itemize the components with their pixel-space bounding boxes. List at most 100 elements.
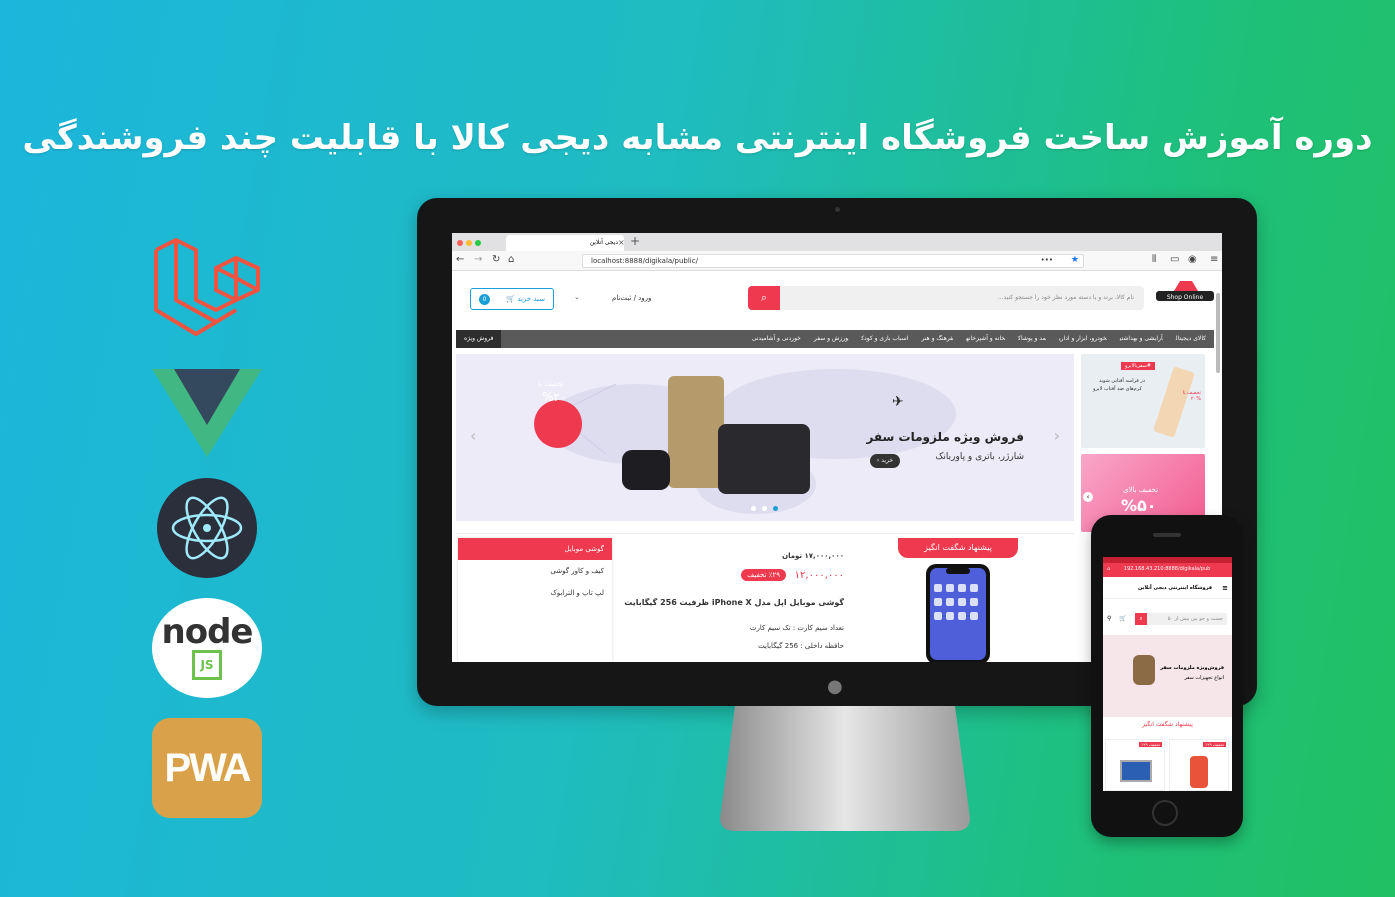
page-headline: دوره آموزش ساخت فروشگاه اینترنتی مشابه د…	[22, 118, 1373, 158]
macbook-image	[1120, 760, 1152, 782]
slider-next-icon[interactable]: ›	[1054, 426, 1060, 445]
cart-count: 0	[479, 294, 490, 305]
url-text: localhost:8888/digikala/public/	[591, 257, 698, 265]
close-tab-icon[interactable]: ×	[618, 238, 625, 247]
page-actions-icon[interactable]: •••	[1041, 256, 1053, 264]
nodejs-logo-text: node	[161, 612, 254, 652]
mobile-user-icon[interactable]: ⚲	[1107, 615, 1111, 622]
address-bar[interactable]: localhost:8888/digikala/public/ ••• ★	[582, 254, 1084, 268]
amazing-tab[interactable]: لپ تاپ و الترابوک	[458, 582, 612, 604]
special-sale-link[interactable]: فروش ویژه	[456, 330, 502, 348]
mobile-slider[interactable]: فروش‌ویژه ملزومات سفر انواع تجهیزات سفر	[1103, 635, 1232, 717]
window-controls[interactable]	[457, 239, 484, 248]
amazing-tab[interactable]: کیف و کاور گوشی	[458, 560, 612, 582]
mobile-header-title: فروشگاه اینترنتی دیجی آنلاین	[1138, 585, 1212, 591]
site-header: Shop Online نام کالا، برند و یا دسته مور…	[452, 271, 1222, 311]
sidebar-icon[interactable]: ▭	[1170, 254, 1179, 265]
slider-dots[interactable]	[748, 504, 781, 513]
browser-tab-bar: دیجی آنلاین × +	[452, 233, 1222, 251]
new-tab-button[interactable]: +	[630, 234, 640, 248]
search-input[interactable]: نام کالا، برند و یا دسته مورد نظر خود را…	[748, 286, 1144, 310]
browser-tab[interactable]: دیجی آنلاین ×	[506, 235, 625, 251]
account-icon[interactable]: ◉	[1188, 254, 1197, 265]
slider-badge-top: تخفیف تا	[538, 380, 564, 388]
mobile-menu-icon[interactable]: ≡	[1222, 584, 1228, 592]
reload-icon[interactable]: ↻	[492, 254, 500, 265]
category-link[interactable]: مد و پوشاک	[1018, 335, 1046, 342]
slider-prev-icon[interactable]: ‹	[470, 426, 476, 445]
side-ad-text: در فراسه آفتابی شوید	[1099, 378, 1145, 384]
shop-online-logo[interactable]: Shop Online	[1154, 279, 1216, 305]
discount-badge: ٪۲۹ تخفیف	[741, 569, 786, 581]
iphone-x-image	[926, 564, 990, 662]
category-link[interactable]: آرایشی و بهداشتی	[1120, 335, 1163, 342]
monitor-stand	[720, 706, 970, 831]
apple-logo-icon: ●	[827, 676, 843, 697]
side-ad-discount-text: تخفیف بالای	[1123, 486, 1159, 494]
slider-subtitle: شارژر، باتری و پاوربانک	[935, 452, 1024, 462]
mobile-url: 192.168.43.210:8888/digikala/pub	[1123, 566, 1211, 572]
product-name[interactable]: گوشی موبایل اپل مدل iPhone X ظرفیت 256 گ…	[624, 598, 844, 607]
slider-buy-label: خرید	[881, 457, 894, 464]
powerbank-black	[718, 424, 810, 494]
library-icon[interactable]: ⫴	[1152, 254, 1156, 265]
amazing-offer-label: پیشنهاد شگفت انگیز	[898, 538, 1018, 558]
old-price: ۱۷,۰۰۰,۰۰۰ تومان	[782, 552, 844, 560]
side-ad-text2: کرم‌های ضد آفتاب لایرو	[1093, 386, 1142, 392]
category-link[interactable]: ورزش و سفر	[814, 335, 848, 342]
slider-badge-value: %۲۰	[542, 390, 567, 404]
nodejs-js-hexagon: JS	[192, 650, 222, 680]
category-link[interactable]: کالای دیجیتال	[1176, 335, 1206, 342]
slider-buy-button[interactable]: خرید ‹	[870, 454, 900, 468]
bookmark-star-icon[interactable]: ★	[1071, 255, 1079, 265]
side-banner-sunscreen[interactable]: #سفربا‌لایرو در فراسه آفتابی شوید کرم‌ها…	[1081, 354, 1205, 448]
mobile-url-bar[interactable]: ⌂ 192.168.43.210:8888/digikala/pub	[1103, 563, 1232, 577]
category-link[interactable]: خوردنی و آشامیدنی	[752, 335, 801, 342]
category-link[interactable]: فرهنگ و هنر	[921, 335, 953, 342]
mobile-search[interactable]: جست و جو بین بیش از ۵۰	[1143, 613, 1227, 625]
chevron-down-icon[interactable]: ⌄	[574, 293, 580, 301]
menu-icon[interactable]: ≡	[1210, 254, 1218, 265]
mobile-product-card[interactable]: ٪۲۹ تخفیف	[1105, 739, 1165, 791]
mobile-search-button[interactable]: ⌕	[1135, 613, 1147, 625]
back-icon[interactable]: ←	[456, 254, 464, 265]
main-slider[interactable]: تخفیف تا %۲۰ ✈ فروش ویژه ملزومات سفر شار…	[456, 354, 1074, 521]
product-spec-sim: تعداد سیم کارت : تک سیم کارت	[749, 624, 844, 632]
amazing-tab[interactable]: گوشی موبایل	[458, 538, 612, 560]
mobile-header: ≡ فروشگاه اینترنتی دیجی آنلاین	[1103, 577, 1232, 599]
phone-home-button[interactable]	[1152, 800, 1178, 826]
browser-toolbar: ← → ↻ ⌂ localhost:8888/digikala/public/ …	[452, 251, 1222, 271]
mobile-search-placeholder: جست و جو بین بیش از ۵۰	[1167, 616, 1223, 622]
forward-icon[interactable]: →	[474, 254, 482, 265]
nodejs-logo: node JS	[152, 598, 262, 698]
mobile-discount-badge: ٪۲۹ تخفیف	[1203, 742, 1226, 747]
scrollbar[interactable]	[1216, 293, 1220, 373]
cart-button[interactable]: سبد خرید 🛒 0	[470, 288, 554, 310]
pwa-logo-text: PWA	[164, 746, 251, 790]
login-link[interactable]: ورود / ثبت‌نام	[612, 294, 651, 302]
close-window-icon[interactable]	[457, 240, 463, 246]
mobile-slider-sub: انواع تجهیزات سفر	[1184, 675, 1224, 681]
cart-label: سبد خرید	[517, 295, 545, 303]
slider-title: فروش ویژه ملزومات سفر	[866, 430, 1024, 444]
mobile-amazing-label: پیشنهاد شگفت انگیز	[1142, 721, 1193, 728]
tab-title: دیجی آنلاین	[589, 239, 618, 246]
mobile-product-card[interactable]: ٪۲۹ تخفیف	[1169, 739, 1229, 791]
mobile-home-icon[interactable]: ⌂	[1107, 566, 1110, 572]
pwa-logo: PWA	[152, 718, 262, 818]
maximize-window-icon[interactable]	[475, 240, 481, 246]
category-link[interactable]: خودرو، ابزار و اداری	[1059, 335, 1107, 342]
logo-text: Shop Online	[1167, 294, 1204, 301]
side-ad-prev-icon[interactable]: ‹	[1083, 492, 1093, 502]
powerbank-gold	[668, 376, 724, 488]
cart-icon: 🛒	[506, 295, 516, 303]
search-button[interactable]: ⌕	[748, 286, 780, 310]
minimize-window-icon[interactable]	[466, 240, 472, 246]
new-price: ۱۲,۰۰۰,۰۰۰	[794, 570, 844, 581]
phone-speaker	[1153, 533, 1181, 537]
category-link[interactable]: خانه و آشپزخانه	[966, 335, 1005, 342]
mobile-cart-icon[interactable]: 🛒	[1119, 615, 1126, 622]
side-ad-badge: تخفیف تا %۲۰	[1182, 390, 1201, 402]
category-link[interactable]: اسباب بازی و کودک	[861, 335, 908, 342]
home-icon[interactable]: ⌂	[508, 254, 514, 265]
